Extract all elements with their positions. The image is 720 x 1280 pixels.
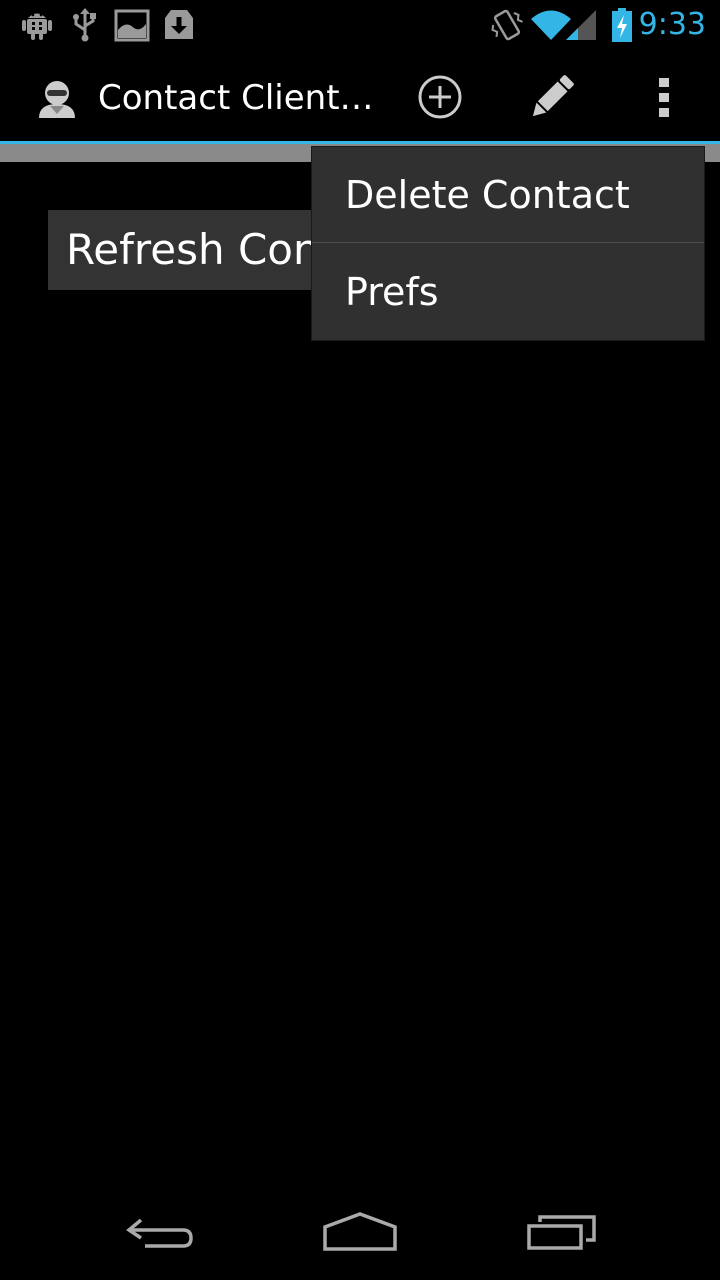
battery-charging-icon <box>612 8 632 42</box>
vibrate-icon <box>491 9 523 41</box>
home-button[interactable] <box>280 1184 440 1280</box>
menu-item-prefs[interactable]: Prefs <box>312 244 704 340</box>
add-contact-button[interactable] <box>392 50 488 144</box>
status-time: 9:33 <box>638 7 706 42</box>
app-contact-icon[interactable] <box>36 78 78 120</box>
overflow-menu-icon <box>659 78 669 117</box>
back-button[interactable] <box>80 1184 240 1280</box>
home-icon <box>323 1212 397 1251</box>
signal-icon <box>566 10 596 40</box>
recents-button[interactable] <box>482 1184 642 1280</box>
back-icon <box>126 1218 193 1248</box>
overflow-menu: Delete Contact Prefs <box>312 147 704 340</box>
app-title[interactable]: Contact Client… <box>98 76 374 120</box>
status-bar: 9:33 <box>0 0 720 50</box>
recents-icon <box>527 1215 596 1250</box>
navigation-bar <box>0 1184 720 1280</box>
action-bar: Contact Client… <box>0 50 720 144</box>
usb-icon <box>73 8 96 42</box>
download-icon <box>165 10 193 39</box>
android-debug-icon <box>22 13 52 40</box>
overflow-menu-button[interactable] <box>616 50 712 144</box>
menu-item-delete-contact[interactable]: Delete Contact <box>312 147 704 243</box>
image-icon <box>114 9 150 42</box>
add-icon <box>418 75 462 119</box>
edit-contact-button[interactable] <box>504 50 600 144</box>
pencil-icon <box>532 75 574 117</box>
